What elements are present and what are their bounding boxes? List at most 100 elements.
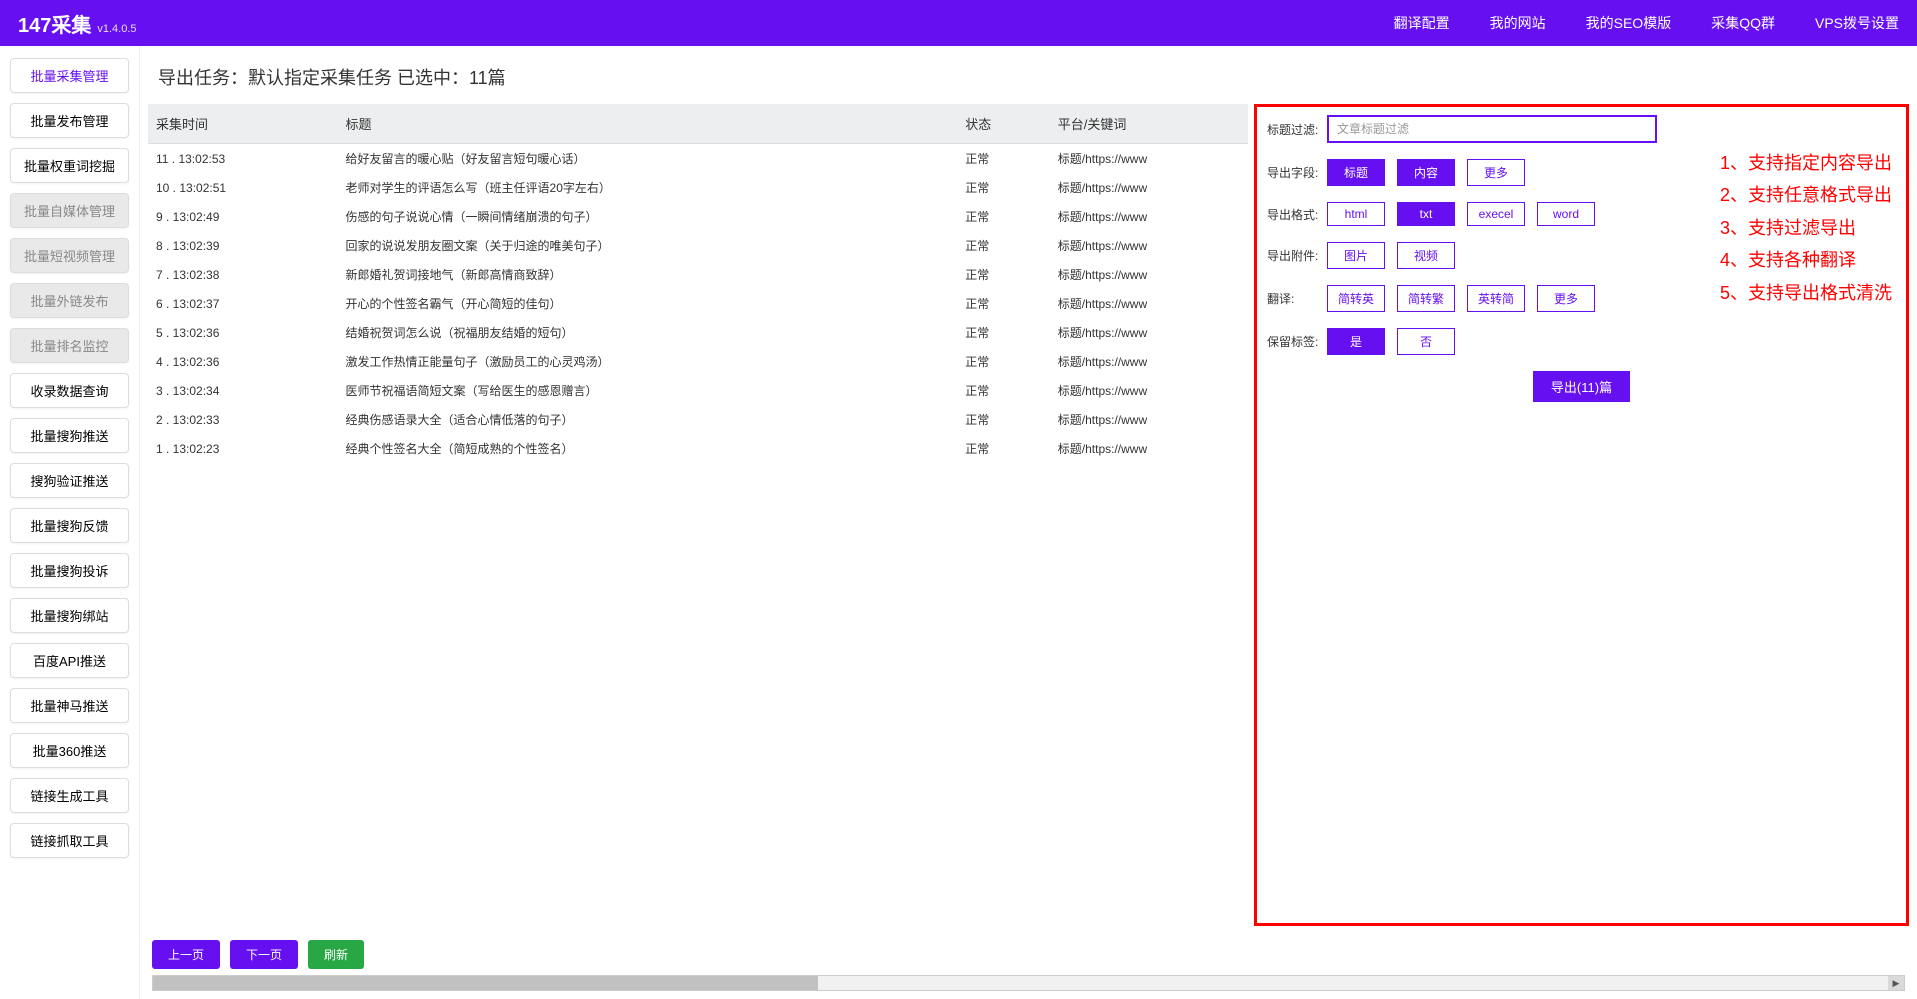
col-title: 标题 <box>338 104 958 144</box>
attachment-option-1[interactable]: 视频 <box>1397 242 1455 269</box>
table-row[interactable]: 6 . 13:02:37开心的个性签名霸气（开心简短的佳句）正常标题/https… <box>148 289 1248 318</box>
table-row[interactable]: 5 . 13:02:36结婚祝贺词怎么说（祝福朋友结婚的短句）正常标题/http… <box>148 318 1248 347</box>
brand-name: 147采集 <box>18 9 91 38</box>
cell-platform: 标题/https://www <box>1050 434 1248 463</box>
field-option-1[interactable]: 内容 <box>1397 159 1455 186</box>
col-platform: 平台/关键词 <box>1050 104 1248 144</box>
cell-status: 正常 <box>957 434 1050 463</box>
cell-time: 2 . 13:02:33 <box>148 405 338 434</box>
cell-platform: 标题/https://www <box>1050 260 1248 289</box>
table-row[interactable]: 7 . 13:02:38新郎婚礼贺词接地气（新郎高情商致辞）正常标题/https… <box>148 260 1248 289</box>
export-button[interactable]: 导出(11)篇 <box>1533 371 1630 402</box>
scrollbar-thumb[interactable] <box>153 976 818 990</box>
translate-option-3[interactable]: 更多 <box>1537 285 1595 312</box>
cell-status: 正常 <box>957 260 1050 289</box>
keep-tag-option-0[interactable]: 是 <box>1327 328 1385 355</box>
sidebar-item-14[interactable]: 批量神马推送 <box>10 688 129 723</box>
cell-platform: 标题/https://www <box>1050 231 1248 260</box>
sidebar-item-16[interactable]: 链接生成工具 <box>10 778 129 813</box>
format-option-1[interactable]: txt <box>1397 202 1455 226</box>
cell-platform: 标题/https://www <box>1050 202 1248 231</box>
cell-title: 激发工作热情正能量句子（激励员工的心灵鸡汤） <box>338 347 958 376</box>
next-page-button[interactable]: 下一页 <box>230 940 298 969</box>
sidebar-item-1[interactable]: 批量发布管理 <box>10 103 129 138</box>
sidebar: 批量采集管理批量发布管理批量权重词挖掘批量自媒体管理批量短视频管理批量外链发布批… <box>0 46 140 999</box>
feature-note: 5、支持导出格式清洗 <box>1720 277 1892 309</box>
title-filter-input[interactable] <box>1327 115 1657 143</box>
sidebar-item-7[interactable]: 收录数据查询 <box>10 373 129 408</box>
sidebar-item-6: 批量排名监控 <box>10 328 129 363</box>
cell-status: 正常 <box>957 144 1050 174</box>
sidebar-item-12[interactable]: 批量搜狗绑站 <box>10 598 129 633</box>
cell-title: 回家的说说发朋友圈文案（关于归途的唯美句子） <box>338 231 958 260</box>
refresh-button[interactable]: 刷新 <box>308 940 364 969</box>
sidebar-item-2[interactable]: 批量权重词挖掘 <box>10 148 129 183</box>
cell-time: 8 . 13:02:39 <box>148 231 338 260</box>
cell-status: 正常 <box>957 405 1050 434</box>
cell-title: 开心的个性签名霸气（开心简短的佳句） <box>338 289 958 318</box>
sidebar-item-9[interactable]: 搜狗验证推送 <box>10 463 129 498</box>
sidebar-item-4: 批量短视频管理 <box>10 238 129 273</box>
cell-title: 经典伤感语录大全（适合心情低落的句子） <box>338 405 958 434</box>
sidebar-item-11[interactable]: 批量搜狗投诉 <box>10 553 129 588</box>
translate-option-2[interactable]: 英转简 <box>1467 285 1525 312</box>
table-row[interactable]: 1 . 13:02:23经典个性签名大全（简短成熟的个性签名）正常标题/http… <box>148 434 1248 463</box>
nav-qq-group[interactable]: 采集QQ群 <box>1711 13 1775 33</box>
horizontal-scrollbar[interactable]: ▶ <box>152 975 1905 991</box>
table-row[interactable]: 11 . 13:02:53给好友留言的暖心贴（好友留言短句暖心话）正常标题/ht… <box>148 144 1248 174</box>
pagination-footer: 上一页 下一页 刷新 <box>148 926 1909 975</box>
cell-status: 正常 <box>957 231 1050 260</box>
nav-my-site[interactable]: 我的网站 <box>1490 13 1546 33</box>
cell-status: 正常 <box>957 376 1050 405</box>
export-panel: 标题过滤: 导出字段: 标题内容更多 导出格式: htmltxtexecelwo… <box>1254 104 1909 926</box>
sidebar-item-10[interactable]: 批量搜狗反馈 <box>10 508 129 543</box>
main-area: 导出任务：默认指定采集任务 已选中：11篇 采集时间 标题 状态 平台/关键词 … <box>140 46 1917 999</box>
task-table-wrap: 采集时间 标题 状态 平台/关键词 11 . 13:02:53给好友留言的暖心贴… <box>148 104 1248 926</box>
table-row[interactable]: 9 . 13:02:49伤感的句子说说心情（一瞬间情绪崩溃的句子）正常标题/ht… <box>148 202 1248 231</box>
translate-label: 翻译: <box>1267 290 1327 307</box>
cell-time: 6 . 13:02:37 <box>148 289 338 318</box>
table-row[interactable]: 8 . 13:02:39回家的说说发朋友圈文案（关于归途的唯美句子）正常标题/h… <box>148 231 1248 260</box>
cell-title: 结婚祝贺词怎么说（祝福朋友结婚的短句） <box>338 318 958 347</box>
translate-option-1[interactable]: 简转繁 <box>1397 285 1455 312</box>
prev-page-button[interactable]: 上一页 <box>152 940 220 969</box>
keep-tag-option-1[interactable]: 否 <box>1397 328 1455 355</box>
nav-vps-dial[interactable]: VPS拨号设置 <box>1815 13 1899 33</box>
sidebar-item-17[interactable]: 链接抓取工具 <box>10 823 129 858</box>
cell-title: 新郎婚礼贺词接地气（新郎高情商致辞） <box>338 260 958 289</box>
field-option-2[interactable]: 更多 <box>1467 159 1525 186</box>
cell-status: 正常 <box>957 289 1050 318</box>
cell-status: 正常 <box>957 173 1050 202</box>
sidebar-item-0[interactable]: 批量采集管理 <box>10 58 129 93</box>
nav-my-seo-template[interactable]: 我的SEO模版 <box>1586 13 1672 33</box>
cell-platform: 标题/https://www <box>1050 289 1248 318</box>
cell-title: 老师对学生的评语怎么写（班主任评语20字左右） <box>338 173 958 202</box>
cell-time: 1 . 13:02:23 <box>148 434 338 463</box>
table-row[interactable]: 4 . 13:02:36激发工作热情正能量句子（激励员工的心灵鸡汤）正常标题/h… <box>148 347 1248 376</box>
feature-note: 4、支持各种翻译 <box>1720 244 1892 276</box>
brand-version: v1.4.0.5 <box>97 23 136 35</box>
cell-platform: 标题/https://www <box>1050 144 1248 174</box>
table-row[interactable]: 3 . 13:02:34医师节祝福语简短文案（写给医生的感恩赠言）正常标题/ht… <box>148 376 1248 405</box>
sidebar-item-8[interactable]: 批量搜狗推送 <box>10 418 129 453</box>
table-row[interactable]: 2 . 13:02:33经典伤感语录大全（适合心情低落的句子）正常标题/http… <box>148 405 1248 434</box>
translate-option-0[interactable]: 简转英 <box>1327 285 1385 312</box>
sidebar-item-15[interactable]: 批量360推送 <box>10 733 129 768</box>
field-option-0[interactable]: 标题 <box>1327 159 1385 186</box>
sidebar-item-13[interactable]: 百度API推送 <box>10 643 129 678</box>
nav-translate-config[interactable]: 翻译配置 <box>1394 13 1450 33</box>
top-nav: 翻译配置 我的网站 我的SEO模版 采集QQ群 VPS拨号设置 <box>1394 13 1899 33</box>
format-option-3[interactable]: word <box>1537 202 1595 226</box>
feature-note: 2、支持任意格式导出 <box>1720 179 1892 211</box>
sidebar-item-5: 批量外链发布 <box>10 283 129 318</box>
cell-platform: 标题/https://www <box>1050 347 1248 376</box>
page-title: 导出任务：默认指定采集任务 已选中：11篇 <box>148 46 1909 104</box>
scrollbar-right-arrow[interactable]: ▶ <box>1888 976 1904 990</box>
format-option-0[interactable]: html <box>1327 202 1385 226</box>
attachment-option-0[interactable]: 图片 <box>1327 242 1385 269</box>
cell-platform: 标题/https://www <box>1050 173 1248 202</box>
cell-time: 4 . 13:02:36 <box>148 347 338 376</box>
table-row[interactable]: 10 . 13:02:51老师对学生的评语怎么写（班主任评语20字左右）正常标题… <box>148 173 1248 202</box>
col-status: 状态 <box>957 104 1050 144</box>
format-option-2[interactable]: execel <box>1467 202 1525 226</box>
